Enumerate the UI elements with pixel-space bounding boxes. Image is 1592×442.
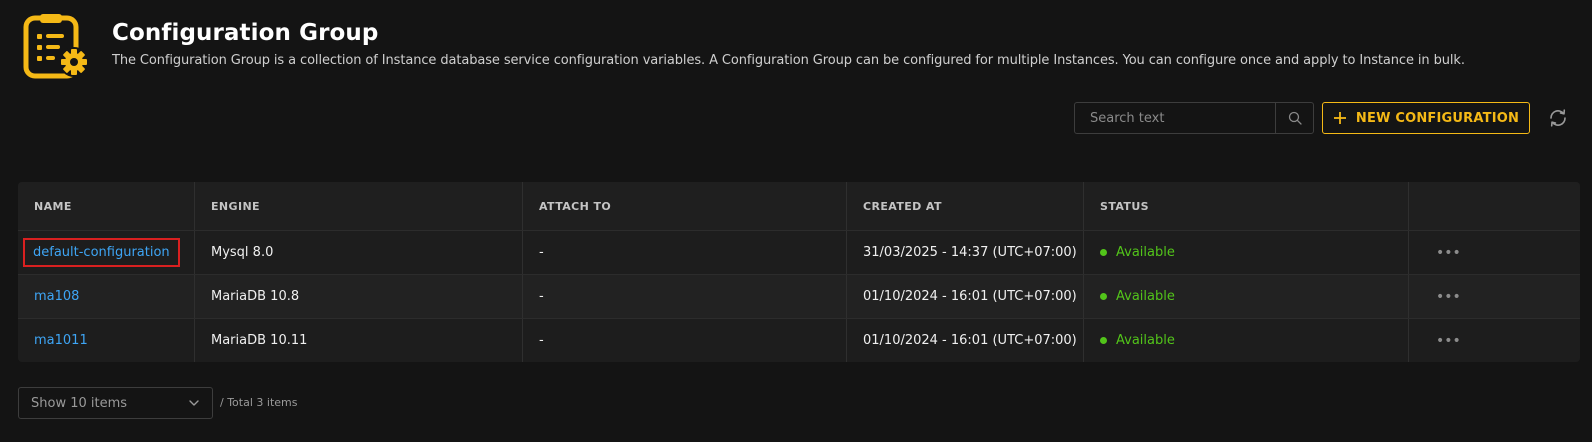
status-badge: Available — [1100, 289, 1175, 304]
page-description: The Configuration Group is a collection … — [112, 53, 1465, 68]
total-items-label: / Total 3 items — [220, 396, 298, 409]
actions-cell: ••• — [1409, 319, 1580, 362]
status-dot-icon — [1100, 293, 1107, 300]
status-text: Available — [1116, 333, 1175, 348]
search-box — [1074, 102, 1314, 134]
status-dot-icon — [1100, 337, 1107, 344]
refresh-icon — [1550, 109, 1566, 127]
more-icon[interactable]: ••• — [1436, 246, 1461, 260]
created-at-cell: 01/10/2024 - 16:01 (UTC+07:00) — [847, 319, 1084, 362]
refresh-button[interactable] — [1545, 105, 1571, 131]
configuration-name-link[interactable]: ma1011 — [34, 333, 88, 348]
more-icon[interactable]: ••• — [1436, 334, 1461, 348]
page-size-label: Show 10 items — [31, 395, 128, 411]
configuration-table: NAME ENGINE ATTACH TO CREATED AT STATUS … — [18, 182, 1580, 362]
table-row: default-configuration Mysql 8.0 - 31/03/… — [18, 230, 1580, 274]
clipboard-gear-icon — [23, 14, 89, 79]
status-badge: Available — [1100, 245, 1175, 260]
search-icon — [1288, 111, 1302, 125]
status-cell: Available — [1084, 231, 1409, 274]
column-header-status: STATUS — [1084, 182, 1409, 230]
column-header-attach-to: ATTACH TO — [523, 182, 847, 230]
new-configuration-label: NEW CONFIGURATION — [1355, 110, 1520, 126]
page-header: Configuration Group The Configuration Gr… — [22, 12, 1465, 80]
attach-to-cell: - — [523, 319, 847, 362]
column-header-engine: ENGINE — [195, 182, 523, 230]
created-at-cell: 01/10/2024 - 16:01 (UTC+07:00) — [847, 275, 1084, 318]
table-row: ma108 MariaDB 10.8 - 01/10/2024 - 16:01 … — [18, 274, 1580, 318]
plus-icon — [1333, 111, 1347, 125]
status-dot-icon — [1100, 249, 1107, 256]
status-cell: Available — [1084, 275, 1409, 318]
created-at-cell: 31/03/2025 - 14:37 (UTC+07:00) — [847, 231, 1084, 274]
column-header-created-at: CREATED AT — [847, 182, 1084, 230]
actions-cell: ••• — [1409, 275, 1580, 318]
chevron-down-icon — [189, 400, 199, 406]
search-button[interactable] — [1275, 103, 1313, 133]
page-size-select[interactable]: Show 10 items — [18, 387, 213, 419]
more-icon[interactable]: ••• — [1436, 290, 1461, 304]
status-text: Available — [1116, 289, 1175, 304]
engine-cell: MariaDB 10.11 — [195, 319, 523, 362]
page-title: Configuration Group — [112, 20, 379, 46]
attach-to-cell: - — [523, 231, 847, 274]
column-header-actions — [1409, 182, 1580, 230]
configuration-group-page: Configuration Group The Configuration Gr… — [0, 0, 1592, 442]
new-configuration-button[interactable]: NEW CONFIGURATION — [1322, 102, 1530, 134]
table-header-row: NAME ENGINE ATTACH TO CREATED AT STATUS — [18, 182, 1580, 230]
name-cell: ma108 — [18, 275, 195, 318]
status-badge: Available — [1100, 333, 1175, 348]
search-input[interactable] — [1075, 103, 1275, 133]
actions-cell: ••• — [1409, 231, 1580, 274]
column-header-name: NAME — [18, 182, 195, 230]
name-cell: default-configuration — [18, 231, 195, 274]
attach-to-cell: - — [523, 275, 847, 318]
status-cell: Available — [1084, 319, 1409, 362]
name-cell: ma1011 — [18, 319, 195, 362]
status-text: Available — [1116, 245, 1175, 260]
configuration-name-link[interactable]: ma108 — [34, 289, 79, 304]
table-row: ma1011 MariaDB 10.11 - 01/10/2024 - 16:0… — [18, 318, 1580, 362]
header-text: Configuration Group The Configuration Gr… — [112, 20, 1465, 68]
configuration-name-link[interactable]: default-configuration — [23, 238, 180, 267]
engine-cell: Mysql 8.0 — [195, 231, 523, 274]
engine-cell: MariaDB 10.8 — [195, 275, 523, 318]
